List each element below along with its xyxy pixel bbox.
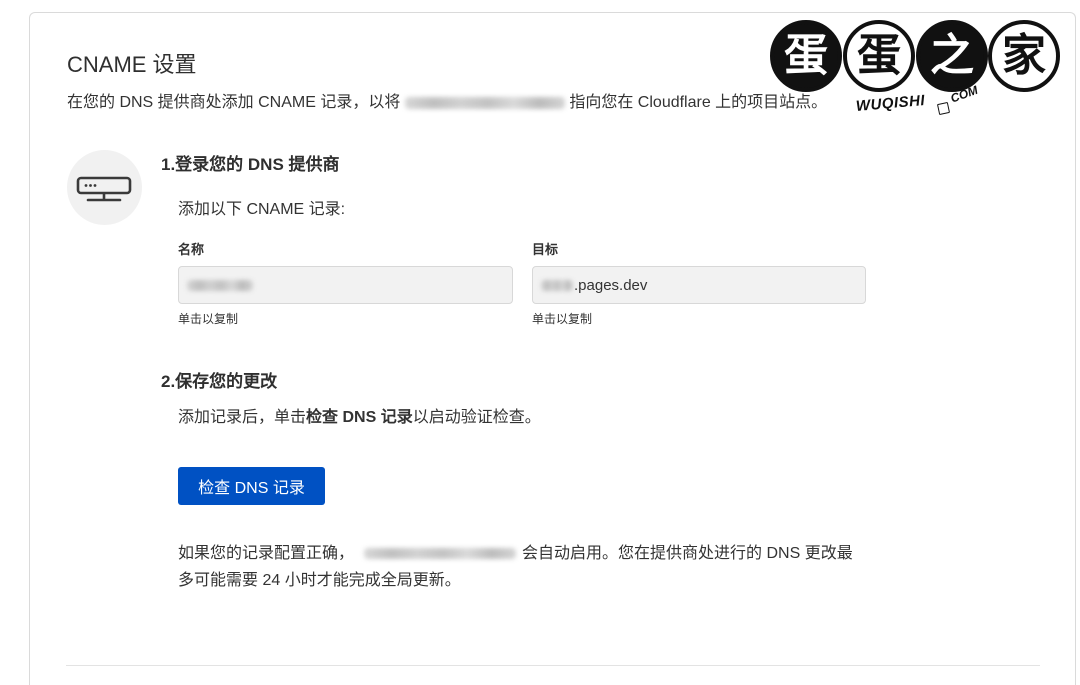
step-2-text-emphasis: 检查 DNS 记录	[306, 409, 413, 426]
propagation-note: 如果您的记录配置正确， 会自动启用。您在提供商处进行的 DNS 更改最 多可能需要…	[178, 540, 853, 594]
note-line-2: 多可能需要 24 小时才能完成全局更新。	[178, 572, 461, 589]
section-divider	[66, 665, 1040, 666]
step-2-text-start: 添加记录后，单击	[178, 409, 307, 426]
step-2-instruction: 添加记录后，单击检查 DNS 记录以启动验证检查。	[178, 407, 541, 429]
note-text-middle: 会自动启用。您在提供商处进行的 DNS 更改最	[522, 545, 853, 562]
cname-name-field[interactable]	[178, 266, 513, 304]
step-2-heading: 2.保存您的更改	[161, 372, 278, 391]
note-text-start: 如果您的记录配置正确，	[178, 545, 355, 562]
target-value-suffix: .pages.dev	[574, 276, 648, 294]
copy-hint-target: 单击以复制	[532, 312, 593, 326]
subtitle-text-start: 在您的 DNS 提供商处添加 CNAME 记录，以将	[67, 94, 401, 111]
redacted-domain	[364, 548, 517, 560]
step-2-text-end: 以启动验证检查。	[412, 409, 541, 426]
page-title: CNAME 设置	[67, 52, 197, 77]
name-label: 名称	[178, 242, 205, 257]
cname-target-field[interactable]: .pages.dev	[532, 266, 866, 304]
note-line-1: 如果您的记录配置正确， 会自动启用。您在提供商处进行的 DNS 更改最	[178, 540, 853, 567]
step-1-heading: 1.登录您的 DNS 提供商	[161, 155, 340, 174]
step-icon-badge	[67, 150, 142, 225]
page-root: CNAME 设置 在您的 DNS 提供商处添加 CNAME 记录，以将 指向您在 …	[0, 0, 1080, 685]
redacted-domain	[405, 96, 566, 109]
step-1-instruction: 添加以下 CNAME 记录:	[178, 201, 346, 218]
target-label: 目标	[532, 242, 559, 257]
copy-hint-name: 单击以复制	[178, 312, 239, 326]
redacted-name-value	[187, 279, 253, 291]
subtitle-text-end: 指向您在 Cloudflare 上的项目站点。	[569, 94, 828, 111]
check-dns-records-button[interactable]: 检查 DNS 记录	[178, 467, 325, 505]
redacted-target-prefix	[541, 279, 573, 291]
cname-settings-card: CNAME 设置 在您的 DNS 提供商处添加 CNAME 记录，以将 指向您在 …	[29, 12, 1076, 685]
page-subtitle: 在您的 DNS 提供商处添加 CNAME 记录，以将 指向您在 Cloudflar…	[67, 92, 827, 114]
server-icon	[76, 176, 132, 202]
